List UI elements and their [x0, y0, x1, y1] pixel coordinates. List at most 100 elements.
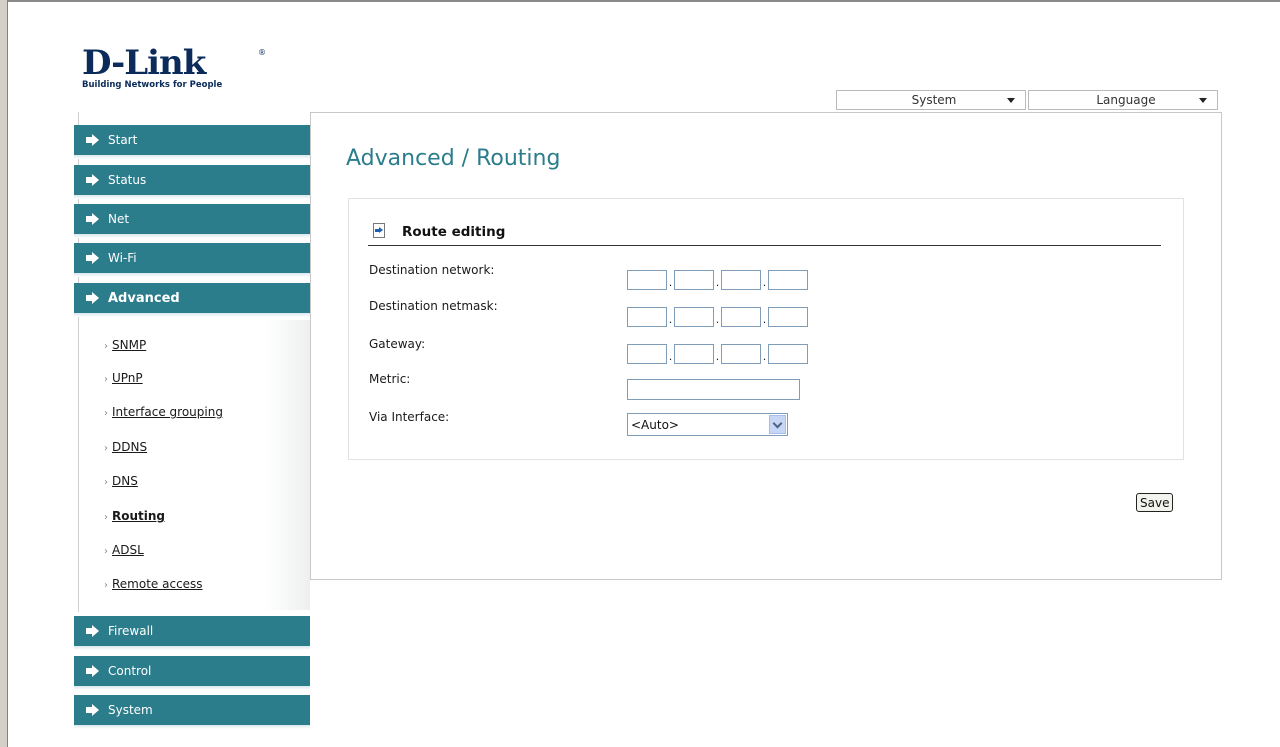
- right-arrow-icon: [86, 292, 102, 304]
- sidebar-item-label: Firewall: [108, 624, 154, 638]
- ip-separator: .: [715, 276, 720, 289]
- destination-network-label: Destination network:: [369, 263, 495, 277]
- sidebar-item-label: Wi-Fi: [108, 251, 137, 265]
- chevron-down-icon: [1007, 97, 1015, 103]
- ip-octet-3-input[interactable]: [721, 344, 761, 364]
- submenu-link[interactable]: ADSL: [112, 543, 144, 557]
- ip-octet-2-input[interactable]: [674, 344, 714, 364]
- section-divider: [368, 245, 1161, 246]
- submenu-link[interactable]: UPnP: [112, 371, 143, 385]
- bullet-icon: ›: [104, 580, 108, 591]
- sidebar-item-system[interactable]: System: [74, 695, 310, 729]
- window-top-border: [0, 0, 1280, 2]
- submenu-item-dns[interactable]: › DNS: [104, 474, 138, 488]
- right-arrow-icon: [86, 252, 102, 264]
- submenu-item-snmp[interactable]: › SNMP: [104, 338, 146, 352]
- bullet-icon: ›: [104, 512, 108, 523]
- sidebar-item-control[interactable]: Control: [74, 656, 310, 690]
- right-arrow-icon: [86, 625, 102, 637]
- ip-separator: .: [762, 313, 767, 326]
- submenu-item-interface-grouping[interactable]: › Interface grouping: [104, 405, 223, 419]
- submenu-item-remote-access[interactable]: › Remote access: [104, 577, 203, 591]
- ip-octet-4-input[interactable]: [768, 344, 808, 364]
- system-menu-label: System: [911, 93, 957, 107]
- edit-page-icon: [373, 223, 385, 238]
- logo-tagline: Building Networks for People: [82, 80, 223, 90]
- page-title: Advanced / Routing: [346, 146, 561, 171]
- ip-octet-2-input[interactable]: [674, 270, 714, 290]
- ip-octet-3-input[interactable]: [721, 307, 761, 327]
- ip-separator: .: [715, 350, 720, 363]
- section-title: Route editing: [402, 224, 506, 240]
- metric-label: Metric:: [369, 372, 411, 386]
- ip-octet-4-input[interactable]: [768, 307, 808, 327]
- right-arrow-icon: [86, 704, 102, 716]
- gateway-ip-input: . . .: [627, 342, 808, 364]
- dlink-logo: D-Link ® Building Networks for People: [82, 46, 282, 96]
- sidebar-item-label: Start: [108, 133, 138, 147]
- bullet-icon: ›: [104, 408, 108, 419]
- bullet-icon: ›: [104, 477, 108, 488]
- bullet-icon: ›: [104, 546, 108, 557]
- ip-separator: .: [762, 350, 767, 363]
- submenu-area: [80, 320, 310, 610]
- ip-octet-1-input[interactable]: [627, 270, 667, 290]
- ip-octet-4-input[interactable]: [768, 270, 808, 290]
- bullet-icon: ›: [104, 443, 108, 454]
- submenu-link[interactable]: Interface grouping: [112, 405, 223, 419]
- sidebar-item-label: Control: [108, 664, 152, 678]
- logo-brand: D-Link: [82, 43, 206, 83]
- bullet-icon: ›: [104, 341, 108, 352]
- sidebar-item-advanced[interactable]: Advanced: [74, 283, 310, 317]
- submenu-link[interactable]: DNS: [112, 474, 138, 488]
- chevron-down-icon: [1199, 97, 1207, 103]
- ip-separator: .: [668, 350, 673, 363]
- language-menu-dropdown[interactable]: Language: [1028, 90, 1218, 110]
- select-dropdown-button[interactable]: [769, 415, 786, 434]
- submenu-item-routing[interactable]: › Routing: [104, 509, 165, 523]
- submenu-item-adsl[interactable]: › ADSL: [104, 543, 144, 557]
- ip-separator: .: [715, 313, 720, 326]
- via-interface-select[interactable]: <Auto>: [627, 413, 788, 436]
- bullet-icon: ›: [104, 374, 108, 385]
- sidebar-item-label: Advanced: [108, 290, 180, 306]
- submenu-link[interactable]: Remote access: [112, 577, 203, 591]
- submenu-link[interactable]: SNMP: [112, 338, 146, 352]
- sidebar-item-net[interactable]: Net: [74, 204, 310, 238]
- right-arrow-icon: [86, 134, 102, 146]
- sidebar-item-label: System: [108, 703, 153, 717]
- via-interface-value: <Auto>: [631, 417, 679, 432]
- submenu-link[interactable]: DDNS: [112, 440, 147, 454]
- ip-separator: .: [668, 276, 673, 289]
- metric-input[interactable]: [627, 379, 800, 400]
- language-menu-label: Language: [1096, 93, 1156, 107]
- sidebar-item-status[interactable]: Status: [74, 165, 310, 199]
- right-arrow-icon: [86, 174, 102, 186]
- submenu-item-ddns[interactable]: › DDNS: [104, 440, 147, 454]
- ip-octet-1-input[interactable]: [627, 344, 667, 364]
- ip-octet-3-input[interactable]: [721, 270, 761, 290]
- destination-netmask-ip-input: . . .: [627, 305, 808, 327]
- submenu-link[interactable]: Routing: [112, 509, 165, 523]
- sidebar-item-wifi[interactable]: Wi-Fi: [74, 243, 310, 277]
- right-arrow-icon: [86, 665, 102, 677]
- logo-registered-mark: ®: [258, 48, 266, 57]
- via-interface-label: Via Interface:: [369, 410, 450, 424]
- gateway-label: Gateway:: [369, 337, 426, 351]
- ip-octet-1-input[interactable]: [627, 307, 667, 327]
- destination-netmask-label: Destination netmask:: [369, 299, 498, 313]
- system-menu-dropdown[interactable]: System: [836, 90, 1026, 110]
- ip-octet-2-input[interactable]: [674, 307, 714, 327]
- sidebar-item-label: Net: [108, 212, 130, 226]
- ip-separator: .: [668, 313, 673, 326]
- submenu-item-upnp[interactable]: › UPnP: [104, 371, 143, 385]
- ip-separator: .: [762, 276, 767, 289]
- sidebar-item-label: Status: [108, 173, 147, 187]
- right-arrow-icon: [86, 213, 102, 225]
- chevron-down-icon: [772, 418, 783, 428]
- sidebar-item-start[interactable]: Start: [74, 125, 310, 159]
- window-left-frame: [0, 0, 8, 747]
- destination-network-ip-input: . . .: [627, 268, 808, 290]
- save-button[interactable]: Save: [1136, 493, 1174, 512]
- sidebar-item-firewall[interactable]: Firewall: [74, 616, 310, 650]
